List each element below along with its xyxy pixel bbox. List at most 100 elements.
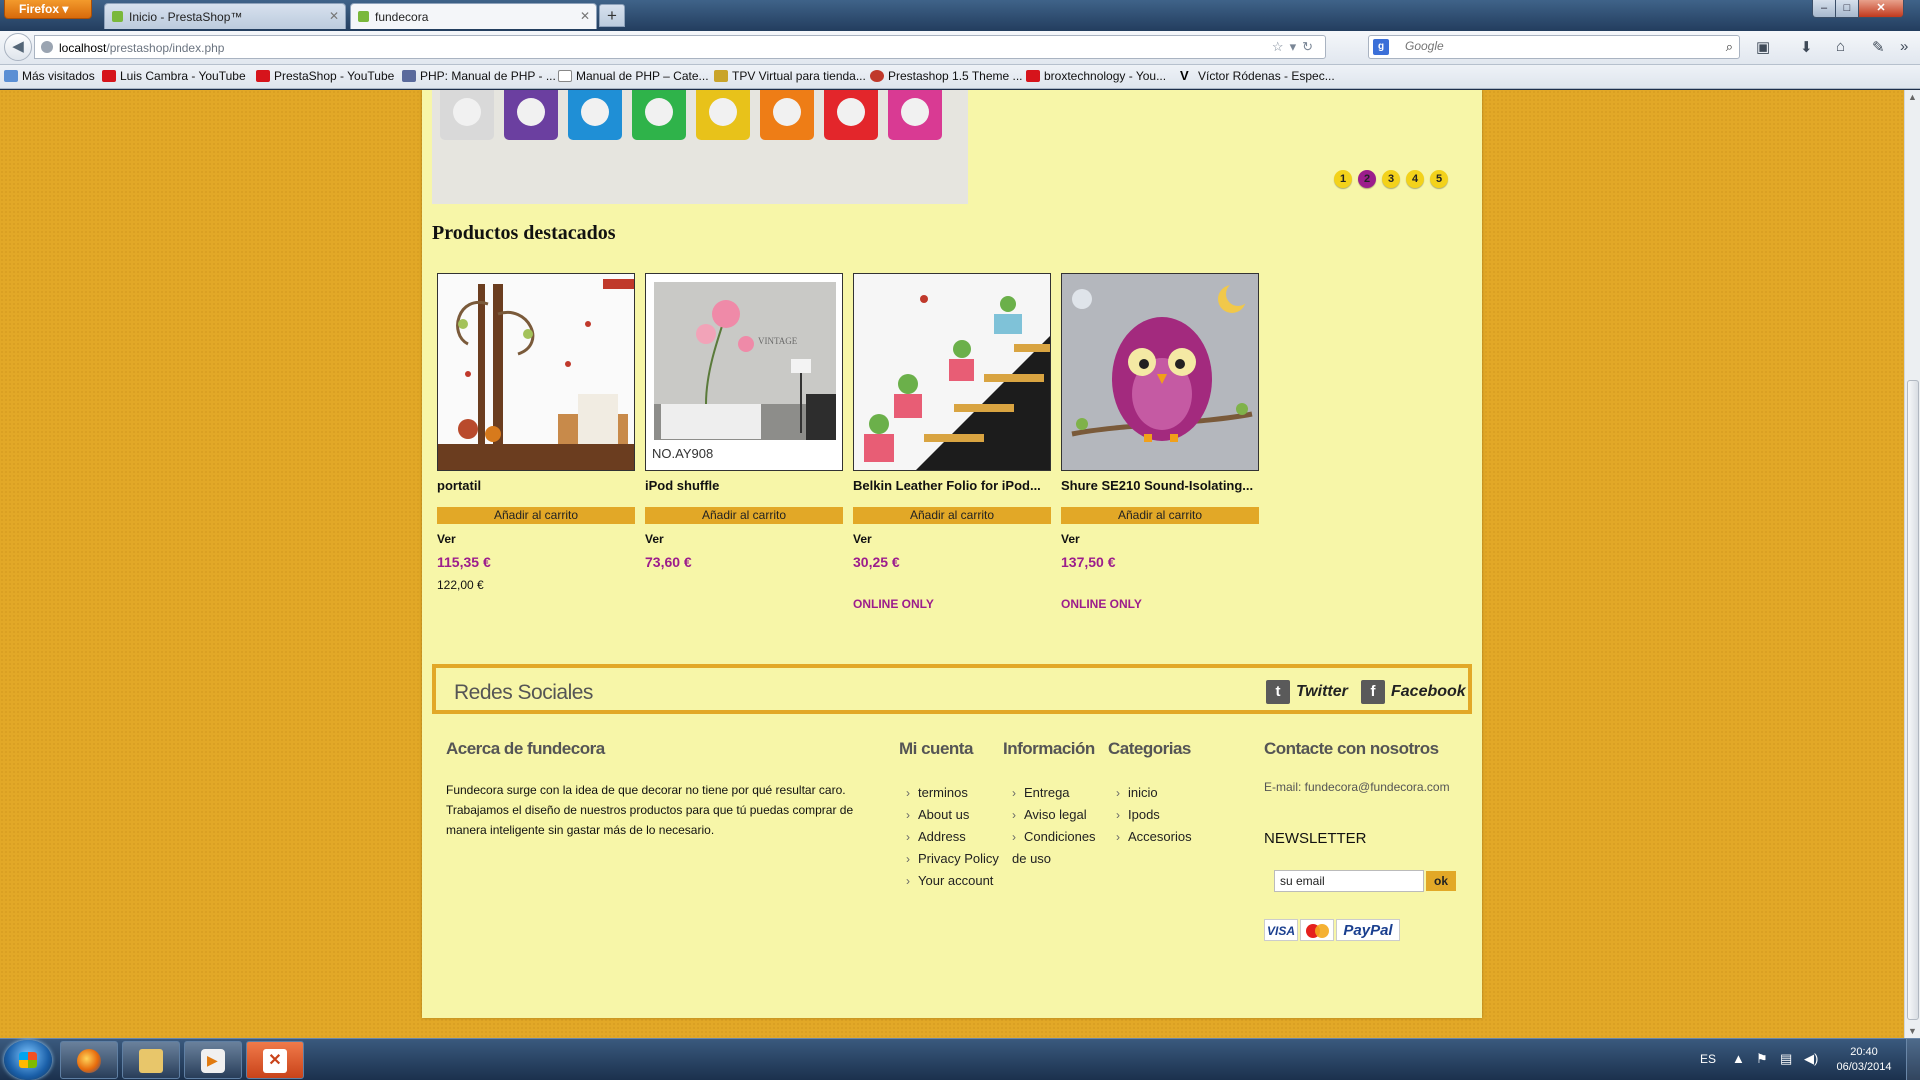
slider-page-1[interactable]: 1 xyxy=(1334,170,1352,188)
add-to-cart-button[interactable]: Añadir al carrito xyxy=(645,507,843,524)
bookmark-prestashop-theme[interactable]: Prestashop 1.5 Theme ... xyxy=(870,69,1023,83)
google-engine-icon[interactable]: g xyxy=(1373,39,1389,55)
footer-link-about-us[interactable]: About us xyxy=(906,804,999,826)
scroll-up-icon[interactable]: ▲ xyxy=(1908,92,1917,102)
clock-date: 06/03/2014 xyxy=(1836,1061,1892,1073)
footer-link-aviso-legal[interactable]: Aviso legal xyxy=(1012,804,1096,826)
bookmark-php-categorias[interactable]: Manual de PHP – Cate... xyxy=(558,69,709,83)
maximize-button[interactable]: □ xyxy=(1835,0,1859,18)
product-image-tree-wall-decal[interactable] xyxy=(437,273,635,471)
taskbar-firefox[interactable] xyxy=(60,1041,118,1079)
star-icon xyxy=(4,70,18,82)
add-to-cart-button[interactable]: Añadir al carrito xyxy=(853,507,1051,524)
footer-link-ipods[interactable]: Ipods xyxy=(1116,804,1192,826)
bookmark-tpv-virtual[interactable]: TPV Virtual para tienda... xyxy=(714,69,866,83)
bookmark-broxtechnology[interactable]: broxtechnology - You... xyxy=(1026,69,1166,83)
footer-account-title: Mi cuenta xyxy=(899,739,973,758)
footer-link-condiciones-cont[interactable]: de uso xyxy=(1012,848,1096,870)
newsletter-email-input[interactable] xyxy=(1274,870,1424,892)
close-window-button[interactable]: ✕ xyxy=(1858,0,1904,18)
add-to-cart-button[interactable]: Añadir al carrito xyxy=(437,507,635,524)
view-product-link[interactable]: Ver xyxy=(1061,532,1259,546)
firefox-menu-label: Firefox xyxy=(19,2,60,16)
footer-link-your-account[interactable]: Your account xyxy=(906,870,999,892)
url-bar[interactable]: localhost/prestashop/index.php ☆▾↻ xyxy=(34,35,1326,59)
action-center-flag-icon[interactable]: ⚑ xyxy=(1756,1051,1768,1067)
taskbar-xampp[interactable]: ✕ xyxy=(246,1041,304,1079)
tab-close-icon[interactable]: ✕ xyxy=(329,9,339,23)
footer-link-address[interactable]: Address xyxy=(906,826,999,848)
bookmark-prestashop-youtube[interactable]: PrestaShop - YouTube xyxy=(256,69,394,83)
product-name[interactable]: Belkin Leather Folio for iPod... xyxy=(853,479,1051,507)
bookmark-label: broxtechnology - You... xyxy=(1044,69,1167,83)
footer-link-condiciones[interactable]: Condiciones xyxy=(1012,826,1096,848)
start-button[interactable] xyxy=(4,1040,52,1080)
footer-link-inicio[interactable]: inicio xyxy=(1116,782,1192,804)
search-bar[interactable]: g ⌕ xyxy=(1368,35,1740,59)
product-name[interactable]: Shure SE210 Sound-Isolating... xyxy=(1061,479,1259,507)
download-icon[interactable]: ⬇ xyxy=(1800,38,1813,56)
reload-icon[interactable]: ↻ xyxy=(1302,39,1319,54)
taskbar-explorer[interactable] xyxy=(122,1041,180,1079)
view-product-link[interactable]: Ver xyxy=(645,532,843,546)
scrollbar-thumb[interactable] xyxy=(1907,380,1919,1020)
bookmark-mas-visitados[interactable]: Más visitados xyxy=(4,69,95,83)
new-tab-button[interactable]: + xyxy=(599,4,625,27)
tab-close-icon[interactable]: ✕ xyxy=(580,9,590,23)
url-text[interactable]: localhost/prestashop/index.php xyxy=(59,41,224,55)
taskbar-media-player[interactable] xyxy=(184,1041,242,1079)
slider-page-5[interactable]: 5 xyxy=(1430,170,1448,188)
page-scrollbar[interactable]: ▲ ▼ xyxy=(1904,90,1920,1038)
product-image-owl-decal[interactable] xyxy=(1061,273,1259,471)
product-card: portatil Añadir al carrito Ver 115,35 € … xyxy=(437,273,635,592)
history-dropdown-icon[interactable]: ▾ xyxy=(1290,39,1303,54)
product-image-flower-wall-decal[interactable]: VINTAGE NO.AY908 xyxy=(645,273,843,471)
slider-page-4[interactable]: 4 xyxy=(1406,170,1424,188)
product-name[interactable]: portatil xyxy=(437,479,635,507)
minimize-button[interactable]: – xyxy=(1812,0,1836,18)
twitter-link[interactable]: t Twitter xyxy=(1266,680,1348,704)
footer-link-entrega[interactable]: Entrega xyxy=(1012,782,1096,804)
volume-icon[interactable]: ◀) xyxy=(1804,1051,1818,1067)
view-product-link[interactable]: Ver xyxy=(437,532,635,546)
firefox-menu-button[interactable]: Firefox ▾ xyxy=(4,0,92,19)
bookmark-php-manual[interactable]: PHP: Manual de PHP - ... xyxy=(402,69,556,83)
page-icon xyxy=(558,70,572,82)
slider-page-3[interactable]: 3 xyxy=(1382,170,1400,188)
bookmark-victor-rodenas[interactable]: V Víctor Ródenas - Espec... xyxy=(1180,69,1335,83)
system-clock[interactable]: 20:40 06/03/2014 xyxy=(1834,1045,1894,1075)
language-indicator[interactable]: ES xyxy=(1700,1052,1716,1066)
scroll-down-icon[interactable]: ▼ xyxy=(1908,1026,1917,1036)
product-name[interactable]: iPod shuffle xyxy=(645,479,843,507)
home-icon[interactable]: ⌂ xyxy=(1836,38,1845,55)
search-icon[interactable]: ⌕ xyxy=(1726,39,1733,55)
slider-page-2[interactable]: 2 xyxy=(1358,170,1376,188)
overflow-icon[interactable]: » xyxy=(1900,38,1908,55)
footer-link-accesorios[interactable]: Accesorios xyxy=(1116,826,1192,848)
show-desktop-button[interactable] xyxy=(1906,1039,1920,1080)
tray-expand-icon[interactable]: ▲ xyxy=(1732,1051,1745,1066)
home-slider-image[interactable] xyxy=(432,90,968,204)
search-input[interactable] xyxy=(1405,39,1705,53)
addon-icon[interactable]: ✎ xyxy=(1872,38,1885,56)
view-product-link[interactable]: Ver xyxy=(853,532,1051,546)
back-button[interactable]: ◀ xyxy=(4,33,32,61)
bookmark-star-icon[interactable]: ☆ xyxy=(1272,39,1290,54)
contact-email[interactable]: E-mail: fundecora@fundecora.com xyxy=(1264,780,1450,794)
tab-fundecora[interactable]: fundecora ✕ xyxy=(350,3,597,29)
screenshot-icon[interactable]: ▣ xyxy=(1756,38,1770,56)
add-to-cart-button[interactable]: Añadir al carrito xyxy=(1061,507,1259,524)
newsletter-submit-button[interactable]: ok xyxy=(1426,871,1456,891)
footer-link-terminos[interactable]: terminos xyxy=(906,782,999,804)
footer-link-privacy-policy[interactable]: Privacy Policy xyxy=(906,848,999,870)
bookmark-luis-cambra[interactable]: Luis Cambra - YouTube xyxy=(102,69,246,83)
product-image-plant-pots-decal[interactable] xyxy=(853,273,1051,471)
site-identity-icon[interactable] xyxy=(41,41,53,53)
youtube-icon xyxy=(102,70,116,82)
tab-inicio-prestashop[interactable]: Inicio - PrestaShop™ ✕ xyxy=(104,3,346,29)
network-icon[interactable]: ▤ xyxy=(1780,1051,1792,1067)
social-block: Redes Sociales t Twitter f Facebook xyxy=(432,664,1472,714)
facebook-link[interactable]: f Facebook xyxy=(1361,680,1466,704)
mastercard-logo-icon xyxy=(1300,919,1334,941)
slider-ipod-icon xyxy=(440,90,494,140)
